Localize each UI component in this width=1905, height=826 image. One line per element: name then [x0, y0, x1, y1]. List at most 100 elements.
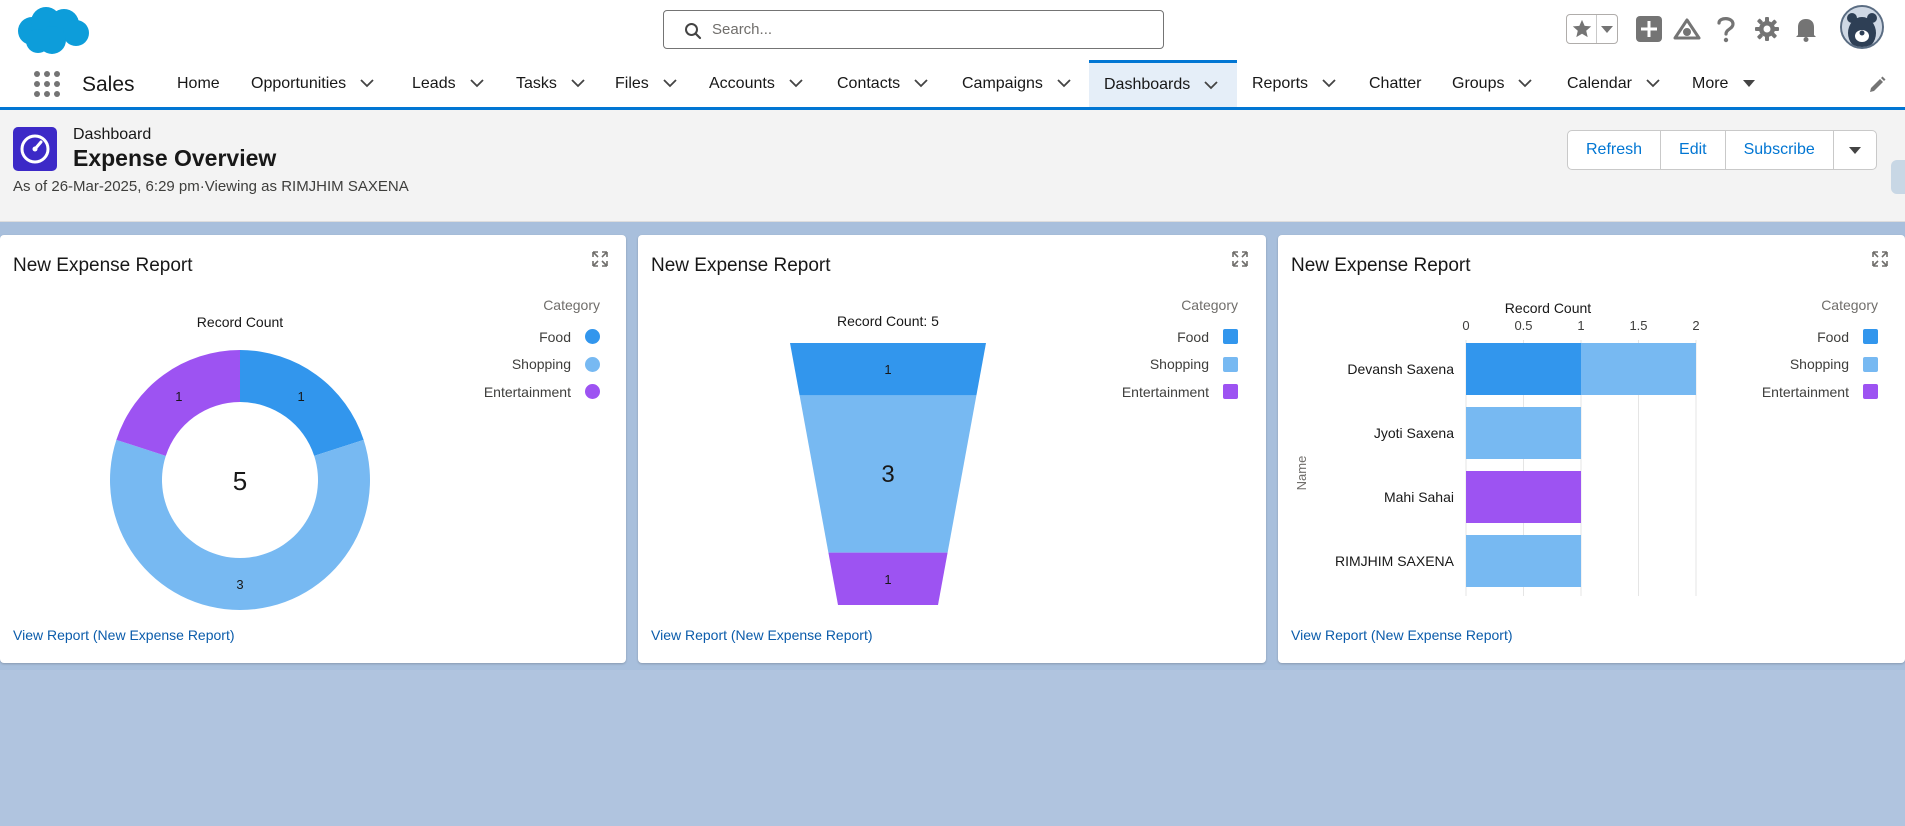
dashboard-header: Dashboard Expense Overview As of 26-Mar-…: [0, 110, 1905, 222]
nav-item-tasks[interactable]: Tasks: [516, 60, 585, 107]
subscribe-button[interactable]: Subscribe: [1726, 131, 1834, 169]
legend-swatch: [585, 384, 600, 400]
chevron-down-icon[interactable]: [914, 79, 928, 88]
legend-label: Food: [539, 328, 571, 345]
more-actions-button[interactable]: [1834, 131, 1876, 169]
bar-shopping[interactable]: [1466, 407, 1581, 459]
legend-item-entertainment[interactable]: Entertainment: [1718, 378, 1878, 406]
chevron-down-icon[interactable]: [1322, 79, 1336, 88]
setup-gear-icon[interactable]: [1754, 16, 1780, 42]
nav-item-label: Contacts: [837, 74, 901, 92]
chevron-down-icon[interactable]: [789, 79, 803, 88]
caret-down-icon[interactable]: [1600, 25, 1614, 34]
nav-item-label: Campaigns: [962, 74, 1043, 92]
help-icon[interactable]: [1716, 15, 1736, 43]
nav-item-opportunities[interactable]: Opportunities: [251, 60, 374, 107]
caret-down-icon[interactable]: [1742, 79, 1756, 88]
nav-item-groups[interactable]: Groups: [1452, 60, 1533, 107]
chart-legend: Category Food Shopping Entertainment: [1078, 297, 1238, 406]
side-panel-toggle[interactable]: [1891, 160, 1905, 194]
chevron-down-icon[interactable]: [1057, 79, 1071, 88]
nav-item-home[interactable]: Home: [177, 60, 220, 107]
legend-item-shopping[interactable]: Shopping: [1078, 351, 1238, 379]
nav-item-label: Opportunities: [251, 74, 347, 92]
legend-swatch: [1863, 329, 1878, 345]
view-report-link[interactable]: View Report (New Expense Report): [1291, 627, 1513, 643]
chevron-down-icon[interactable]: [1646, 79, 1660, 88]
global-header: Search...: [0, 0, 1905, 60]
chart-legend: Category Food Shopping Entertainment: [430, 297, 600, 406]
component-title: New Expense Report: [1291, 255, 1471, 276]
bar-entertainment[interactable]: [1466, 471, 1581, 523]
funnel-chart: 1 3 1: [790, 343, 986, 605]
chevron-down-icon[interactable]: [1204, 80, 1218, 90]
caret-down-icon: [1848, 146, 1861, 154]
legend-swatch: [1223, 384, 1238, 400]
view-report-link[interactable]: View Report (New Expense Report): [651, 627, 873, 643]
expand-icon[interactable]: [1232, 251, 1248, 267]
chart-label: Record Count: [1504, 300, 1592, 316]
salesforce-logo-icon[interactable]: [16, 4, 90, 54]
bar-shopping[interactable]: [1581, 343, 1696, 395]
legend-item-food[interactable]: Food: [1718, 323, 1878, 351]
legend-label: Entertainment: [1121, 383, 1209, 400]
legend-item-food[interactable]: Food: [1078, 323, 1238, 351]
nav-item-label: Groups: [1452, 74, 1505, 92]
nav-item-calendar[interactable]: Calendar: [1567, 60, 1660, 107]
favorites-button[interactable]: [1566, 14, 1618, 44]
nav-item-reports[interactable]: Reports: [1252, 60, 1336, 107]
app-launcher-icon[interactable]: [33, 70, 61, 98]
y-tick-label: Devansh Saxena: [1347, 361, 1454, 377]
global-actions-add-icon[interactable]: [1636, 16, 1662, 42]
bar-shopping[interactable]: [1466, 535, 1581, 587]
legend-item-food[interactable]: Food: [430, 323, 600, 351]
chevron-down-icon[interactable]: [469, 79, 484, 88]
chevron-down-icon[interactable]: [571, 79, 585, 88]
nav-item-label: Leads: [412, 74, 456, 92]
bar-food[interactable]: [1466, 343, 1581, 395]
legend-title: Category: [1821, 297, 1878, 313]
nav-item-label: Accounts: [709, 74, 775, 92]
legend-item-shopping[interactable]: Shopping: [1718, 351, 1878, 379]
nav-item-accounts[interactable]: Accounts: [709, 60, 803, 107]
legend-title: Category: [543, 297, 600, 313]
expand-icon[interactable]: [592, 251, 608, 267]
data-label: 1: [884, 572, 891, 587]
legend-swatch: [1223, 329, 1238, 345]
nav-item-label: Calendar: [1567, 74, 1632, 92]
y-tick-label: Jyoti Saxena: [1374, 425, 1454, 441]
trailhead-guidance-icon[interactable]: [1673, 16, 1701, 42]
legend-label: Entertainment: [483, 383, 571, 400]
refresh-button[interactable]: Refresh: [1568, 131, 1662, 169]
edit-nav-pencil-icon[interactable]: [1868, 76, 1886, 94]
nav-item-dashboards[interactable]: Dashboards: [1089, 60, 1237, 107]
nav-item-more[interactable]: More: [1692, 60, 1756, 107]
notifications-bell-icon[interactable]: [1794, 16, 1818, 42]
legend-label: Shopping: [1149, 356, 1209, 373]
expand-icon[interactable]: [1872, 251, 1888, 267]
nav-item-contacts[interactable]: Contacts: [837, 60, 928, 107]
user-avatar[interactable]: [1840, 5, 1884, 49]
chevron-down-icon[interactable]: [360, 79, 374, 88]
data-label: 1: [298, 389, 305, 404]
view-report-link[interactable]: View Report (New Expense Report): [13, 627, 235, 643]
nav-item-leads[interactable]: Leads: [412, 60, 484, 107]
legend-item-shopping[interactable]: Shopping: [430, 351, 600, 379]
legend-item-entertainment[interactable]: Entertainment: [430, 378, 600, 406]
legend-label: Shopping: [1789, 356, 1849, 373]
chevron-down-icon[interactable]: [1518, 79, 1533, 88]
dashboard-subtitle: As of 26-Mar-2025, 6:29 pm·Viewing as RI…: [13, 178, 409, 195]
dashboard-component-funnel: New Expense Report Record Count: 5 1 3 1 C…: [638, 235, 1266, 663]
legend-swatch: [585, 356, 600, 372]
nav-item-campaigns[interactable]: Campaigns: [962, 60, 1071, 107]
y-axis-label: Name: [1294, 456, 1309, 491]
nav-item-label: Reports: [1252, 74, 1309, 92]
chevron-down-icon[interactable]: [663, 79, 677, 88]
nav-item-files[interactable]: Files: [615, 60, 677, 107]
global-search-input[interactable]: Search...: [663, 10, 1164, 49]
edit-button[interactable]: Edit: [1661, 131, 1726, 169]
nav-item-chatter[interactable]: Chatter: [1369, 60, 1421, 107]
legend-item-entertainment[interactable]: Entertainment: [1078, 378, 1238, 406]
nav-item-label: Home: [177, 74, 220, 92]
search-placeholder: Search...: [712, 21, 773, 38]
